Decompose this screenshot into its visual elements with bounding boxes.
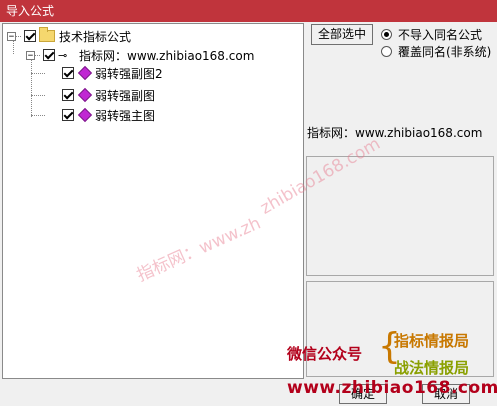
item-checkbox[interactable] [62,89,74,101]
group-checkbox[interactable] [43,49,55,61]
collapse-icon[interactable]: − [26,50,35,60]
radio-icon[interactable] [381,29,392,40]
title-bar: 导入公式 [0,0,497,22]
tree-connector [31,115,45,116]
tree-item-label: 弱转强副图 [95,88,156,103]
option-skip-duplicates[interactable]: 不导入同名公式 [381,26,482,43]
tree-connector [31,59,32,117]
tree-connector [31,73,45,74]
select-all-button[interactable]: 全部选中 [311,24,373,45]
tree-node-root[interactable]: − 技术指标公式 [7,27,131,45]
collapse-icon[interactable]: − [7,31,16,41]
item-checkbox[interactable] [62,109,74,121]
tree-item[interactable]: 弱转强主图 [59,106,155,124]
promo-url: www.zhibiao168.com [287,378,497,398]
tree-item[interactable]: 弱转强副图 [59,86,155,104]
promo-line-1: 指标情报局 [394,332,470,350]
tree-node-group[interactable]: − ⊸ 指标网：www.zhibiao168.com [26,46,255,64]
formula-icon [77,87,93,103]
tree-item[interactable]: 弱转强副图2 [59,64,163,82]
option-label: 覆盖同名(非系统) [398,45,492,59]
option-label: 不导入同名公式 [398,28,483,42]
promo-line-2: 战法情报局 [394,359,470,377]
root-checkbox[interactable] [24,30,36,42]
item-checkbox[interactable] [62,67,74,79]
tree-item-label: 弱转强副图2 [95,66,163,81]
window-title: 导入公式 [6,4,55,18]
option-overwrite-duplicates[interactable]: 覆盖同名(非系统) [381,43,491,60]
tree-item-label: 弱转强主图 [95,108,156,123]
folder-icon [39,27,55,42]
promo-wechat-label: 微信公众号 [287,345,363,363]
tree-node-label: 指标网：www.zhibiao168.com [79,46,255,64]
radio-icon[interactable] [381,46,392,57]
formula-icon [77,65,93,81]
formula-description: 指标网：www.zhibiao168.com [307,126,483,140]
tree-connector [31,95,45,96]
tree-node-label: 技术指标公式 [59,29,132,44]
formula-icon [77,107,93,123]
key-icon: ⊸ [58,48,68,62]
